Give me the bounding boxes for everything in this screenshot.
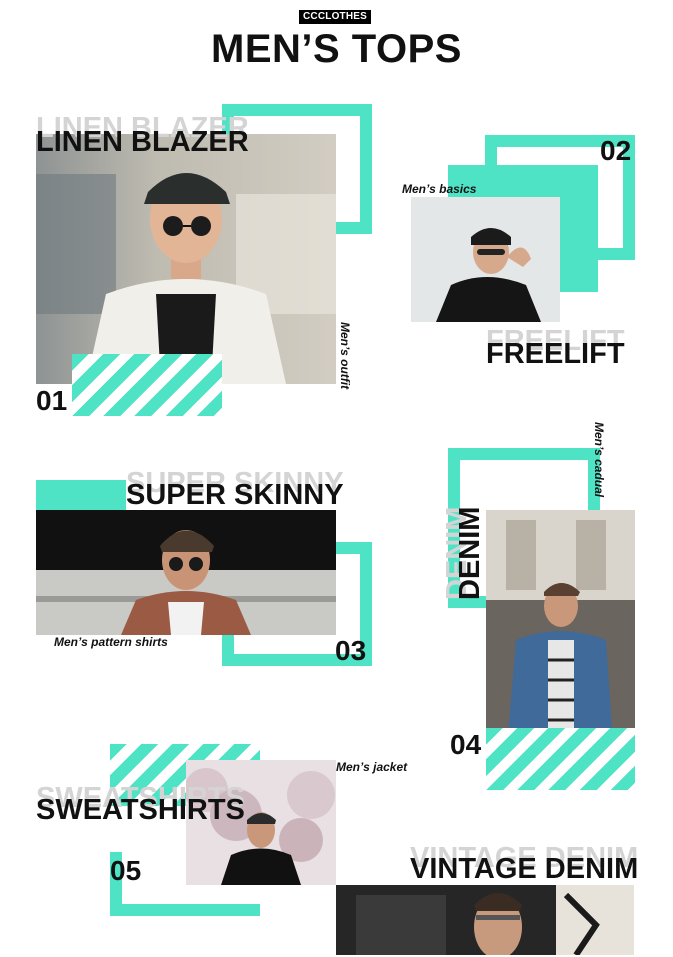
item-title[interactable]: LINEN BLAZER [36, 126, 249, 158]
stripe-block [72, 354, 222, 416]
item-title[interactable]: FREELIFT [486, 338, 625, 370]
item-number: 05 [110, 855, 142, 886]
item-number: 03 [335, 635, 367, 666]
item-tag: Men’s jacket [336, 760, 408, 774]
item-title[interactable]: VINTAGE DENIM [410, 853, 638, 885]
model-illustration [336, 885, 634, 955]
model-illustration [411, 197, 560, 322]
accent-block [36, 480, 126, 510]
brand-logo[interactable]: CCCLOTHES [299, 10, 372, 24]
page-title: MEN’S TOPS [211, 27, 462, 71]
stripe-block [486, 728, 635, 790]
product-photo-freelift[interactable] [411, 197, 560, 322]
item-tag: Men’s basics [402, 182, 477, 196]
product-photo-super-skinny[interactable] [36, 510, 336, 635]
item-number: 02 [600, 135, 632, 166]
item-title[interactable]: SUPER SKINNY [126, 479, 344, 511]
item-title[interactable]: DENIM [454, 507, 486, 600]
item-title[interactable]: SWEATSHIRTS [36, 794, 245, 826]
model-illustration [486, 510, 635, 758]
product-photo-denim[interactable] [486, 510, 635, 758]
model-illustration [36, 510, 336, 635]
product-photo-linen-blazer[interactable] [36, 134, 336, 384]
item-tag: Men’s pattern shirts [54, 635, 168, 649]
item-tag: Men’s cadual [592, 422, 606, 498]
model-illustration [36, 134, 336, 384]
item-tag: Men’s outfit [338, 322, 352, 390]
item-number: 04 [450, 729, 482, 760]
item-number: 01 [36, 385, 68, 416]
product-photo-vintage-denim[interactable] [336, 885, 634, 955]
